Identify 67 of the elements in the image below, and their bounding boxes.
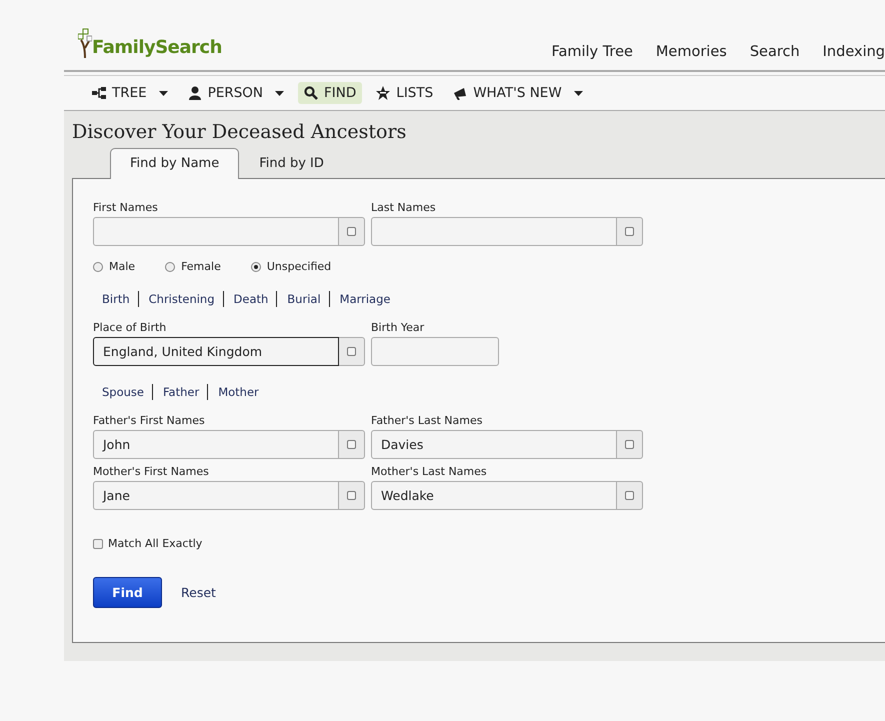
lookup-button[interactable] xyxy=(339,430,365,459)
field-label: Place of Birth xyxy=(93,321,168,334)
tree-logo-icon xyxy=(78,28,92,58)
tab[interactable]: Find by Name xyxy=(110,148,240,179)
nav-link[interactable]: Indexing xyxy=(822,44,885,60)
tab[interactable]: Find by ID xyxy=(239,148,344,179)
field-label: Last Names xyxy=(371,201,437,214)
square-icon xyxy=(625,227,634,236)
toolbar-tab[interactable]: PERSON xyxy=(182,82,290,104)
event-link[interactable]: Death xyxy=(234,292,268,306)
hierarchy-icon xyxy=(92,86,106,100)
input-field[interactable]: Wedlake xyxy=(371,481,617,510)
square-icon xyxy=(347,491,356,500)
field-label: Mother's Last Names xyxy=(371,465,488,478)
input-field[interactable]: Jane xyxy=(93,481,339,510)
input-field[interactable] xyxy=(371,217,617,246)
relative-link[interactable]: Spouse xyxy=(102,385,144,399)
nav-link[interactable]: Search xyxy=(750,44,800,60)
field-label: Father's Last Names xyxy=(371,414,484,427)
event-link[interactable]: Birth xyxy=(102,292,130,306)
event-link[interactable]: Christening xyxy=(148,292,215,306)
toolbar-tab[interactable]: WHAT'S NEW xyxy=(447,82,589,104)
field-label: Birth Year xyxy=(371,321,426,334)
field-label: First Names xyxy=(93,201,159,214)
field-label: Father's First Names xyxy=(93,414,206,427)
radio-button[interactable] xyxy=(165,262,176,272)
square-icon xyxy=(625,491,634,500)
square-icon xyxy=(347,347,356,356)
lookup-button[interactable] xyxy=(617,430,643,459)
checkbox[interactable] xyxy=(93,538,103,548)
page-title: Discover Your Deceased Ancestors xyxy=(72,121,408,143)
radio-label: Male xyxy=(109,260,136,273)
radio-button[interactable] xyxy=(93,262,103,272)
lookup-button[interactable] xyxy=(617,217,643,246)
square-icon xyxy=(625,440,634,449)
event-link[interactable]: Marriage xyxy=(340,292,390,306)
search-icon xyxy=(304,86,318,100)
input-field[interactable]: John xyxy=(93,430,339,459)
lookup-button[interactable] xyxy=(339,481,365,510)
input-field[interactable] xyxy=(93,217,339,246)
radio-button[interactable] xyxy=(250,262,261,272)
toolbar-tab[interactable]: LISTS xyxy=(370,82,440,104)
lookup-button[interactable] xyxy=(339,337,365,366)
toolbar-tab[interactable]: FIND xyxy=(298,82,362,104)
radio-label: Unspecified xyxy=(266,260,332,273)
input-field[interactable] xyxy=(371,337,499,366)
square-icon xyxy=(347,440,356,449)
radio-label: Female xyxy=(181,260,221,273)
person-icon xyxy=(188,86,202,100)
checkbox-label: Match All Exactly xyxy=(108,537,202,550)
relative-link[interactable]: Mother xyxy=(218,385,259,399)
lookup-button[interactable] xyxy=(339,217,365,246)
relative-link[interactable]: Father xyxy=(163,385,200,399)
nav-link[interactable]: Family Tree xyxy=(551,44,633,60)
input-field[interactable]: England, United Kingdom xyxy=(93,337,339,366)
square-icon xyxy=(347,227,356,236)
star-icon xyxy=(376,86,390,100)
reset-link[interactable]: Reset xyxy=(181,585,216,600)
lookup-button[interactable] xyxy=(617,481,643,510)
field-label: Mother's First Names xyxy=(93,465,210,478)
logo[interactable]: FamilySearch xyxy=(92,37,222,58)
input-field[interactable]: Davies xyxy=(371,430,617,459)
toolbar-tab[interactable]: TREE xyxy=(86,82,174,104)
nav-link[interactable]: Memories xyxy=(656,44,727,60)
event-link[interactable]: Burial xyxy=(287,292,321,306)
find-button[interactable]: Find xyxy=(93,577,162,608)
megaphone-icon xyxy=(453,86,468,100)
